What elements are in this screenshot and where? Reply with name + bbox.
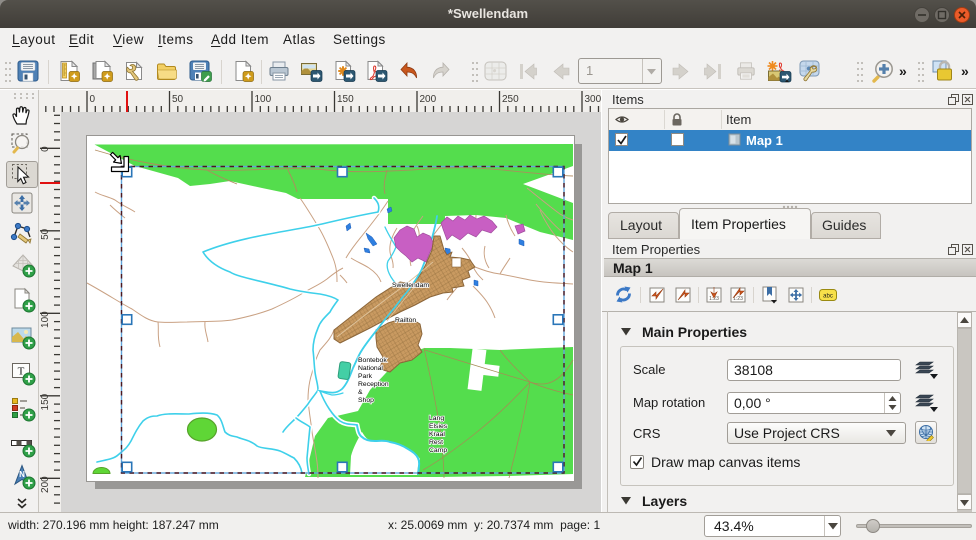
svg-text:Railton: Railton [395,317,416,324]
svg-text:100: 100 [40,311,51,328]
svg-text:200: 200 [420,94,437,105]
svg-text:250: 250 [502,94,519,105]
svg-text:150: 150 [40,393,51,410]
svg-text:N: N [19,470,25,479]
svg-text:abc: abc [823,294,833,300]
svg-text:Kraal: Kraal [429,431,445,438]
svg-text:&: & [358,389,363,396]
svg-text:Rest: Rest [429,439,443,446]
svg-text:0: 0 [90,94,96,105]
svg-text:National: National [358,365,383,372]
svg-text:200: 200 [40,476,51,493]
svg-text:1:23: 1:23 [733,296,743,302]
svg-text:100: 100 [255,94,272,105]
svg-text:0: 0 [40,146,51,152]
svg-text:Park: Park [358,373,373,380]
svg-text:300: 300 [585,94,602,105]
svg-text:50: 50 [40,228,51,240]
svg-text:Reception: Reception [358,381,389,388]
svg-text:50: 50 [172,94,184,105]
svg-text:Lang: Lang [429,415,444,422]
svg-text:Shop: Shop [358,397,374,404]
svg-text:150: 150 [337,94,354,105]
svg-text:Elsies: Elsies [429,423,448,430]
svg-text:Bontebok: Bontebok [358,357,387,364]
svg-text:Camp: Camp [429,447,447,454]
svg-text:Swellendam: Swellendam [392,282,429,289]
